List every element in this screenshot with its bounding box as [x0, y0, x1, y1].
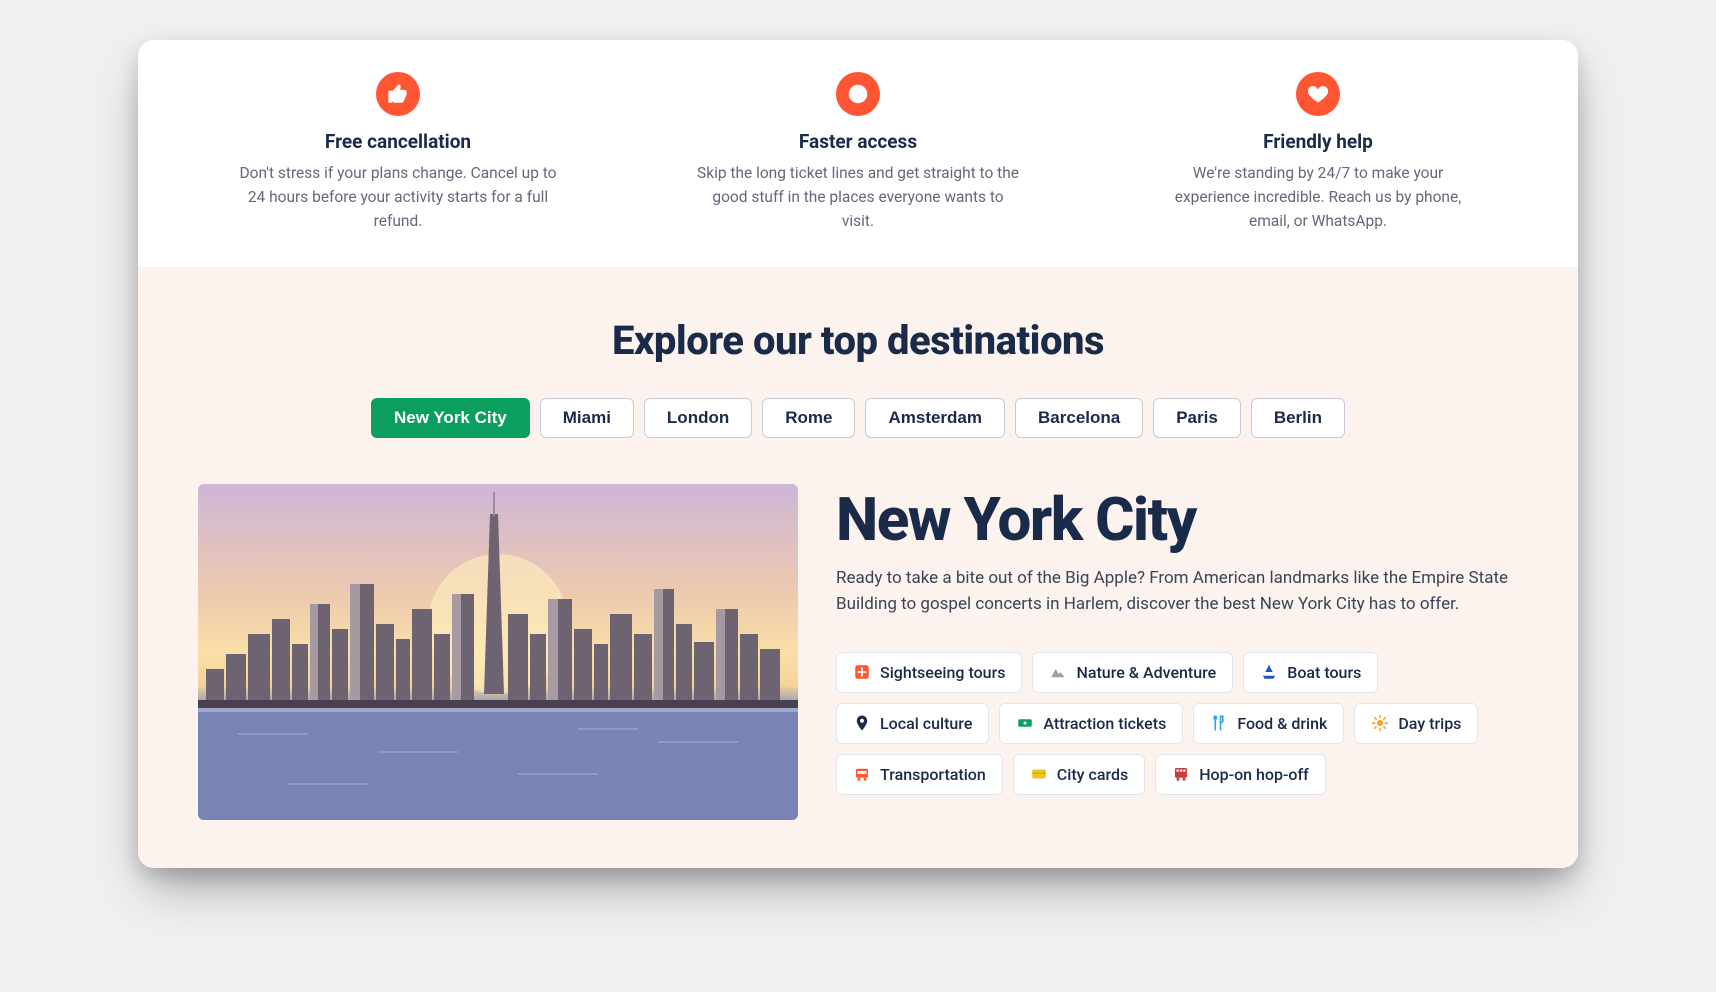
chip-label: Hop-on hop-off [1199, 765, 1309, 784]
card-icon [1030, 765, 1048, 783]
features-row: Free cancellation Don't stress if your p… [138, 40, 1578, 267]
tab-barcelona[interactable]: Barcelona [1015, 398, 1143, 438]
sun-icon [1371, 714, 1389, 732]
explore-heading: Explore our top destinations [198, 317, 1518, 364]
chip-nature-adventure[interactable]: Nature & Adventure [1032, 652, 1233, 693]
mountains-icon [1049, 663, 1067, 681]
chip-local-culture[interactable]: Local culture [836, 703, 989, 744]
chip-label: Nature & Adventure [1076, 663, 1216, 682]
feature-faster-access: Faster access Skip the long ticket lines… [678, 72, 1038, 233]
chip-attraction-tickets[interactable]: Attraction tickets [999, 703, 1183, 744]
plus-square-icon [853, 663, 871, 681]
destination-row: New York City Ready to take a bite out o… [198, 484, 1518, 820]
double-decker-icon [1172, 765, 1190, 783]
pin-icon [853, 714, 871, 732]
explore-section: Explore our top destinations New York Ci… [138, 267, 1578, 868]
destination-title: New York City [836, 488, 1518, 551]
category-chips: Sightseeing tours Nature & Adventure Boa… [836, 652, 1518, 795]
feature-title: Free cancellation [218, 130, 578, 153]
destination-image [198, 484, 798, 820]
feature-desc: We're standing by 24/7 to make your expe… [1138, 161, 1498, 233]
destination-description: Ready to take a bite out of the Big Appl… [836, 565, 1518, 618]
tab-new-york-city[interactable]: New York City [371, 398, 530, 438]
destination-tabs: New York City Miami London Rome Amsterda… [198, 398, 1518, 438]
tab-london[interactable]: London [644, 398, 752, 438]
feature-title: Faster access [678, 130, 1038, 153]
app-window: Free cancellation Don't stress if your p… [138, 40, 1578, 868]
tab-rome[interactable]: Rome [762, 398, 855, 438]
feature-desc: Don't stress if your plans change. Cance… [218, 161, 578, 233]
tab-paris[interactable]: Paris [1153, 398, 1241, 438]
chip-label: Boat tours [1287, 663, 1361, 682]
chip-hop-on-hop-off[interactable]: Hop-on hop-off [1155, 754, 1326, 795]
feature-title: Friendly help [1138, 130, 1498, 153]
clock-icon [836, 72, 880, 116]
tab-amsterdam[interactable]: Amsterdam [865, 398, 1005, 438]
feature-friendly-help: Friendly help We're standing by 24/7 to … [1138, 72, 1498, 233]
chip-label: Food & drink [1237, 714, 1327, 733]
chip-label: City cards [1057, 765, 1128, 784]
boat-icon [1260, 663, 1278, 681]
feature-desc: Skip the long ticket lines and get strai… [678, 161, 1038, 233]
chip-transportation[interactable]: Transportation [836, 754, 1003, 795]
destination-info: New York City Ready to take a bite out o… [836, 484, 1518, 795]
ticket-icon [1016, 714, 1034, 732]
tab-berlin[interactable]: Berlin [1251, 398, 1345, 438]
feature-free-cancellation: Free cancellation Don't stress if your p… [218, 72, 578, 233]
chip-food-drink[interactable]: Food & drink [1193, 703, 1344, 744]
chip-label: Attraction tickets [1043, 714, 1166, 733]
chip-sightseeing-tours[interactable]: Sightseeing tours [836, 652, 1022, 693]
chip-city-cards[interactable]: City cards [1013, 754, 1145, 795]
thumbs-up-icon [376, 72, 420, 116]
chip-label: Sightseeing tours [880, 663, 1005, 682]
chip-label: Local culture [880, 714, 972, 733]
cutlery-icon [1210, 714, 1228, 732]
chip-day-trips[interactable]: Day trips [1354, 703, 1478, 744]
chip-label: Transportation [880, 765, 986, 784]
chip-label: Day trips [1398, 714, 1461, 733]
tab-miami[interactable]: Miami [540, 398, 634, 438]
heart-icon [1296, 72, 1340, 116]
bus-icon [853, 765, 871, 783]
chip-boat-tours[interactable]: Boat tours [1243, 652, 1378, 693]
